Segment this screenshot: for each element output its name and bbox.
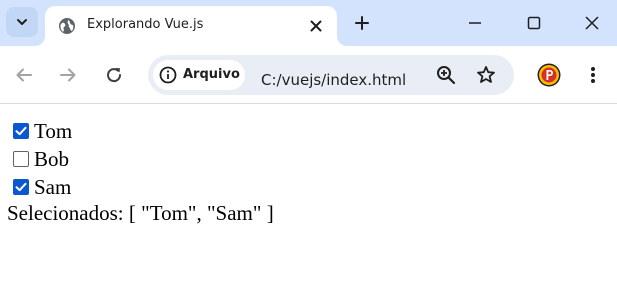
selected-output: Selecionados: [ "Tom", "Sam" ]	[7, 201, 274, 225]
info-icon	[159, 66, 177, 84]
checkbox-row-sam[interactable]: Sam	[13, 175, 71, 199]
close-icon	[310, 20, 322, 32]
url-text[interactable]: C:/vuejs/index.html	[261, 71, 406, 89]
page-content: Tom Bob Sam Selecionados: [ "Tom", "Sam"…	[0, 105, 617, 287]
reload-button[interactable]	[101, 62, 127, 88]
checkbox-label: Tom	[34, 119, 73, 143]
omnibox[interactable]: Arquivo C:/vuejs/index.html	[148, 55, 514, 95]
chevron-down-icon	[17, 19, 27, 25]
zoom-button[interactable]	[435, 64, 457, 86]
minimize-button[interactable]	[461, 9, 489, 37]
tab-strip: Explorando Vue.js	[0, 0, 617, 46]
checkmark-icon	[15, 182, 27, 192]
extension-p-icon[interactable]	[537, 63, 561, 87]
close-window-button[interactable]	[578, 9, 606, 37]
globe-icon	[59, 18, 75, 34]
checkbox-row-bob[interactable]: Bob	[13, 147, 69, 171]
checkbox-label: Sam	[34, 175, 72, 199]
reload-icon	[107, 68, 122, 83]
tab-search-button[interactable]	[6, 7, 38, 37]
maximize-icon	[527, 16, 541, 30]
checkmark-icon	[15, 126, 27, 136]
checkbox-row-tom[interactable]: Tom	[13, 119, 72, 143]
zoom-in-icon	[437, 66, 456, 85]
minimize-icon	[469, 22, 481, 24]
site-info: Arquivo C:/vuejs/index.html	[153, 60, 406, 90]
checkbox-tom[interactable]	[13, 123, 29, 139]
arrow-left-icon	[16, 68, 32, 82]
menu-button[interactable]	[583, 63, 603, 87]
plus-icon	[355, 16, 369, 30]
checkbox-sam[interactable]	[13, 179, 29, 195]
close-icon	[585, 16, 599, 30]
maximize-button[interactable]	[520, 9, 548, 37]
site-info-label: Arquivo	[183, 67, 240, 82]
forward-button[interactable]	[55, 62, 81, 88]
tab-close-button[interactable]	[307, 17, 325, 35]
tab-title: Explorando Vue.js	[87, 17, 204, 32]
browser-toolbar: Arquivo C:/vuejs/index.html	[0, 46, 617, 104]
star-icon	[477, 66, 495, 83]
arrow-right-icon	[60, 68, 76, 82]
back-button[interactable]	[11, 62, 37, 88]
site-info-chip[interactable]: Arquivo	[153, 60, 245, 90]
kebab-menu-icon	[591, 67, 595, 83]
checkbox-bob[interactable]	[13, 151, 29, 167]
checkbox-label: Bob	[34, 147, 70, 171]
new-tab-button[interactable]	[351, 12, 373, 34]
bookmark-button[interactable]	[475, 64, 497, 86]
active-tab[interactable]: Explorando Vue.js	[45, 6, 337, 46]
